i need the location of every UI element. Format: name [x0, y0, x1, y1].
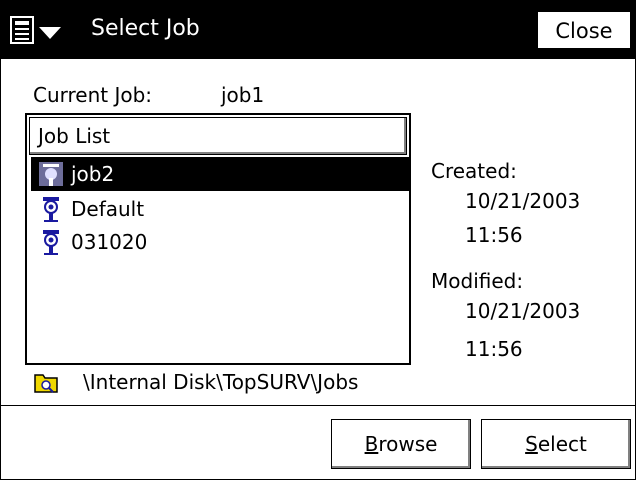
job-list-item-label: 031020 — [71, 230, 148, 254]
select-job-window: Select Job Close Current Job: job1 Job L… — [0, 0, 636, 480]
job-icon — [43, 230, 59, 255]
select-mnemonic: S — [525, 432, 538, 456]
job-list-header[interactable]: Job List — [29, 117, 407, 155]
job-list-item[interactable]: Default — [31, 192, 409, 226]
start-menu-button[interactable] — [9, 15, 89, 47]
job-list[interactable]: Job List job2 Default 031020 — [25, 113, 411, 365]
modified-time: 11:56 — [465, 337, 523, 361]
divider — [1, 405, 635, 406]
modified-date: 10/21/2003 — [465, 299, 581, 323]
current-job-label: Current Job: — [33, 83, 153, 107]
current-job-value: job1 — [221, 83, 265, 107]
title-bar: Select Job Close — [1, 1, 635, 59]
folder-icon — [34, 374, 58, 393]
browse-mnemonic: B — [364, 432, 379, 456]
created-time: 11:56 — [465, 223, 523, 247]
job-list-item-label: job2 — [71, 162, 115, 186]
job-list-item[interactable]: job2 — [31, 157, 409, 191]
job-list-item-label: Default — [71, 197, 145, 221]
created-label: Created: — [431, 159, 517, 183]
job-folder-path: \Internal Disk\TopSURV\Jobs — [83, 370, 359, 394]
modified-label: Modified: — [431, 269, 524, 293]
start-menu-icon — [10, 16, 34, 44]
job-list-item[interactable]: 031020 — [31, 225, 409, 259]
job-icon — [43, 197, 59, 222]
select-label: elect — [537, 432, 587, 456]
browse-label: rowse — [378, 432, 438, 456]
dropdown-arrow-icon — [39, 27, 61, 39]
select-button[interactable]: Select — [481, 419, 631, 469]
job-icon — [37, 160, 65, 188]
close-button[interactable]: Close — [537, 11, 631, 49]
window-title: Select Job — [91, 16, 200, 41]
browse-button[interactable]: Browse — [331, 419, 471, 469]
created-date: 10/21/2003 — [465, 189, 581, 213]
